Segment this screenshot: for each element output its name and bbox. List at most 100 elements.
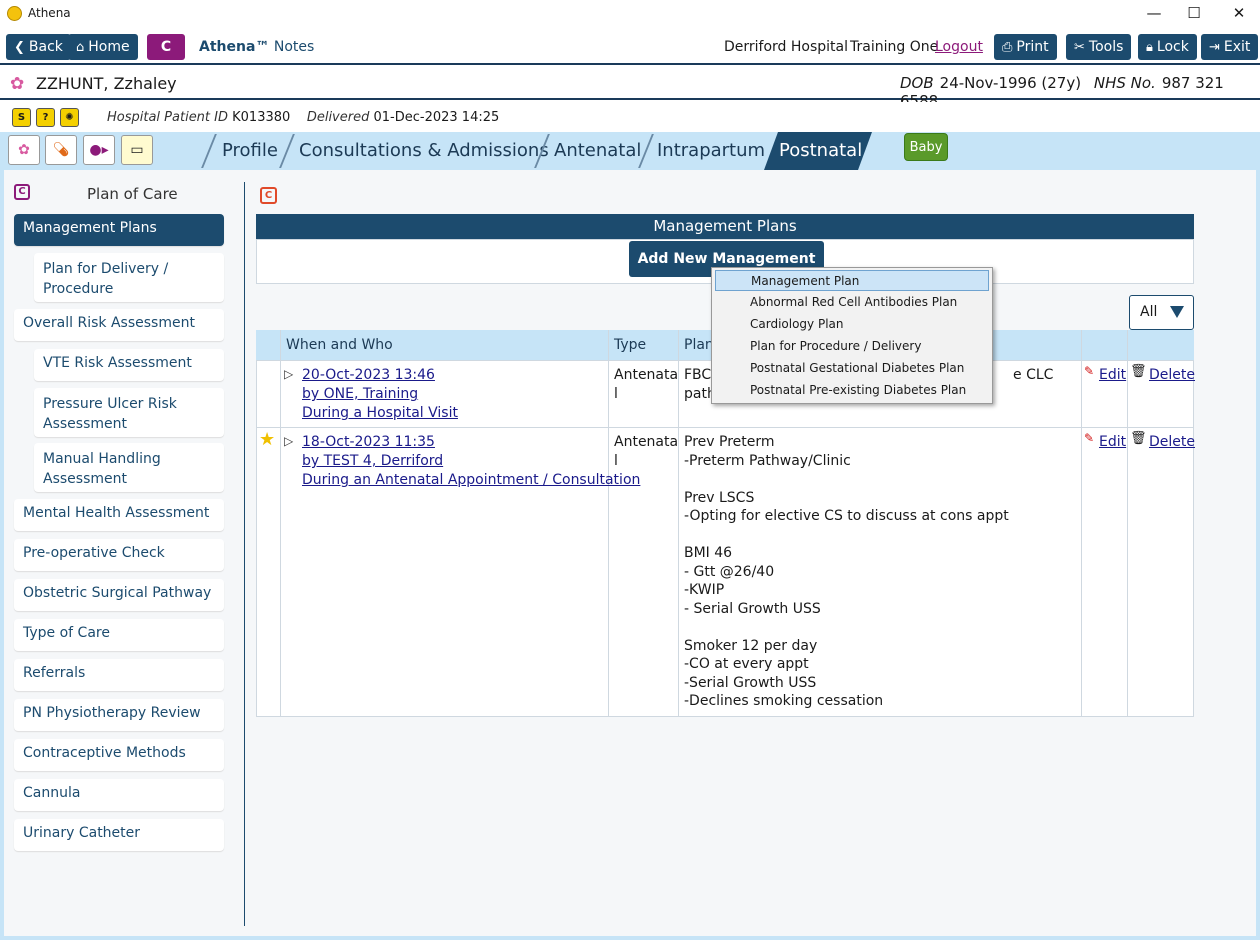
expand-triangle-icon[interactable]: ▷ xyxy=(284,367,293,381)
entry-author-link[interactable]: by ONE, Training xyxy=(302,385,458,404)
sidebar-item-plan-for-delivery[interactable]: Plan for Delivery / Procedure xyxy=(34,253,224,302)
c-icon: C xyxy=(14,184,30,200)
main-toolbar: ❮ Back ⌂ Home C Athena™ Notes Derriford Ho… xyxy=(0,28,1260,65)
section-title: Management Plans xyxy=(256,214,1194,239)
patient-banner: ✿ ZZHUNT, Zzhaley DOB 24-Nov-1996 (27y) N… xyxy=(0,66,1260,110)
tab-postnatal[interactable]: Postnatal xyxy=(764,132,872,170)
menu-item-management-plan[interactable]: Management Plan xyxy=(715,270,989,291)
plan-type-dropdown: Management Plan Abnormal Red Cell Antibo… xyxy=(711,267,993,404)
edit-link[interactable]: Edit xyxy=(1099,366,1126,385)
pencil-icon: ✎ xyxy=(1084,364,1095,378)
sidebar-item-obstetric-surgical[interactable]: Obstetric Surgical Pathway xyxy=(14,579,224,611)
notes-icon[interactable]: ▭ xyxy=(121,135,153,165)
tab-consultations[interactable]: Consultations & Admissions xyxy=(279,132,569,170)
exit-icon: ⇥ xyxy=(1209,40,1220,55)
entry-author-link[interactable]: by TEST 4, Derriford xyxy=(302,452,640,471)
chevron-left-icon: ❮ xyxy=(14,40,25,55)
type-cell: Antenata l xyxy=(614,367,679,402)
delete-link[interactable]: Delete xyxy=(1149,433,1195,452)
back-button[interactable]: ❮ Back xyxy=(6,34,71,60)
person-next-icon[interactable]: ●▸ xyxy=(83,135,115,165)
medication-icon[interactable]: 💊︎ xyxy=(45,135,77,165)
maximize-icon[interactable]: ☐ xyxy=(1174,2,1214,26)
lock-button[interactable]: 🔒︎ Lock xyxy=(1138,34,1197,60)
column-divider xyxy=(1081,330,1082,717)
exit-button[interactable]: ⇥ Exit xyxy=(1201,34,1259,60)
home-button[interactable]: ⌂ Home xyxy=(68,34,138,60)
c-icon[interactable]: C xyxy=(260,187,277,204)
sidebar-title: Plan of Care xyxy=(87,185,178,203)
column-divider xyxy=(608,330,609,717)
virus-icon[interactable]: ✺ xyxy=(60,108,79,127)
sidebar-item-management-plans[interactable]: Management Plans xyxy=(14,214,224,246)
pencil-icon: ✎ xyxy=(1084,431,1095,445)
sidebar-item-vte-risk[interactable]: VTE Risk Assessment xyxy=(34,349,224,381)
entry-date-link[interactable]: 20-Oct-2023 13:46 xyxy=(302,366,458,385)
table-row: 18-Oct-2023 11:35 by TEST 4, Derriford D… xyxy=(302,433,640,490)
print-button[interactable]: ⎙ Print xyxy=(994,34,1057,60)
c-button[interactable]: C xyxy=(147,34,185,60)
baby-button[interactable]: Baby xyxy=(904,133,948,161)
entry-date-link[interactable]: 18-Oct-2023 11:35 xyxy=(302,433,640,452)
alert-s-icon[interactable]: S xyxy=(12,108,31,127)
table-row: 20-Oct-2023 13:46 by ONE, Training Durin… xyxy=(302,366,458,423)
patient-name: ZZHUNT, Zzhaley xyxy=(36,74,177,93)
sidebar-item-overall-risk[interactable]: Overall Risk Assessment xyxy=(14,309,224,341)
sidebar-item-cannula[interactable]: Cannula xyxy=(14,779,224,811)
column-header-type[interactable]: Type xyxy=(614,337,646,353)
printer-icon: ⎙ xyxy=(1002,40,1013,55)
sidebar-item-pre-operative[interactable]: Pre-operative Check xyxy=(14,539,224,571)
sidebar-header: C Plan of Care xyxy=(14,184,224,204)
sidebar-item-contraceptive[interactable]: Contraceptive Methods xyxy=(14,739,224,771)
expand-triangle-icon[interactable]: ▷ xyxy=(284,434,293,448)
tools-icon: ✂ xyxy=(1074,40,1085,55)
minimize-icon[interactable]: — xyxy=(1134,2,1174,26)
athena-logo-icon xyxy=(7,6,22,21)
tools-button[interactable]: ✂ Tools xyxy=(1066,34,1132,60)
edit-link[interactable]: Edit xyxy=(1099,433,1126,452)
logout-link[interactable]: Logout xyxy=(935,39,983,55)
column-divider xyxy=(1127,330,1128,717)
window-titlebar: Athena — ☐ ✕ xyxy=(0,0,1260,28)
sidebar-item-pressure-ulcer[interactable]: Pressure Ulcer Risk Assessment xyxy=(34,388,224,437)
hospital-patient-id: Hospital Patient ID K013380 Delivered 01… xyxy=(107,110,500,125)
hospital-name: Derriford Hospital xyxy=(724,39,849,55)
flower-icon: ✿ xyxy=(10,74,25,94)
column-header-when-who[interactable]: When and Who xyxy=(286,337,393,353)
menu-item-cardiology[interactable]: Cardiology Plan xyxy=(715,314,989,335)
star-icon[interactable]: ★ xyxy=(259,429,275,450)
trash-icon: 🗑︎ xyxy=(1130,364,1147,379)
user-name: Training One xyxy=(850,39,939,55)
home-icon: ⌂ xyxy=(76,40,85,55)
chevron-down-icon xyxy=(1170,306,1184,318)
app-name: Athena™ Notes xyxy=(199,39,315,55)
filter-select[interactable]: All xyxy=(1129,295,1194,330)
lock-icon: 🔒︎ xyxy=(1146,40,1153,55)
column-header-plan[interactable]: Plan xyxy=(684,337,714,353)
tab-intrapartum[interactable]: Intrapartum xyxy=(637,132,785,170)
column-divider xyxy=(678,330,679,717)
sidebar-divider xyxy=(244,182,245,926)
menu-item-preexisting-diabetes[interactable]: Postnatal Pre-existing Diabetes Plan xyxy=(715,380,989,401)
sidebar-item-pn-physiotherapy[interactable]: PN Physiotherapy Review xyxy=(14,699,224,731)
sidebar-item-type-of-care[interactable]: Type of Care xyxy=(14,619,224,651)
column-divider xyxy=(280,330,281,717)
sidebar-item-manual-handling[interactable]: Manual Handling Assessment xyxy=(34,443,224,492)
entry-context-link[interactable]: During a Hospital Visit xyxy=(302,404,458,423)
close-icon[interactable]: ✕ xyxy=(1219,2,1259,26)
menu-item-gestational-diabetes[interactable]: Postnatal Gestational Diabetes Plan xyxy=(715,358,989,379)
sidebar-item-referrals[interactable]: Referrals xyxy=(14,659,224,691)
sidebar-item-urinary-catheter[interactable]: Urinary Catheter xyxy=(14,819,224,851)
entry-context-link[interactable]: During an Antenatal Appointment / Consul… xyxy=(302,471,640,490)
menu-item-abnormal-red-cell[interactable]: Abnormal Red Cell Antibodies Plan xyxy=(715,292,989,313)
sidebar-item-mental-health[interactable]: Mental Health Assessment xyxy=(14,499,224,531)
flower-tab-icon[interactable]: ✿ xyxy=(8,135,40,165)
row-divider xyxy=(256,427,1194,428)
question-icon[interactable]: ? xyxy=(36,108,55,127)
section-tab-bar: ✿ 💊︎ ●▸ ▭ Profile Consultations & Admiss… xyxy=(0,132,1260,170)
patient-info-bar: S ? ✺ Hospital Patient ID K013380 Delive… xyxy=(0,102,1260,132)
window-title: Athena xyxy=(28,6,71,20)
trash-icon: 🗑︎ xyxy=(1130,431,1147,446)
delete-link[interactable]: Delete xyxy=(1149,366,1195,385)
menu-item-procedure-delivery[interactable]: Plan for Procedure / Delivery xyxy=(715,336,989,357)
